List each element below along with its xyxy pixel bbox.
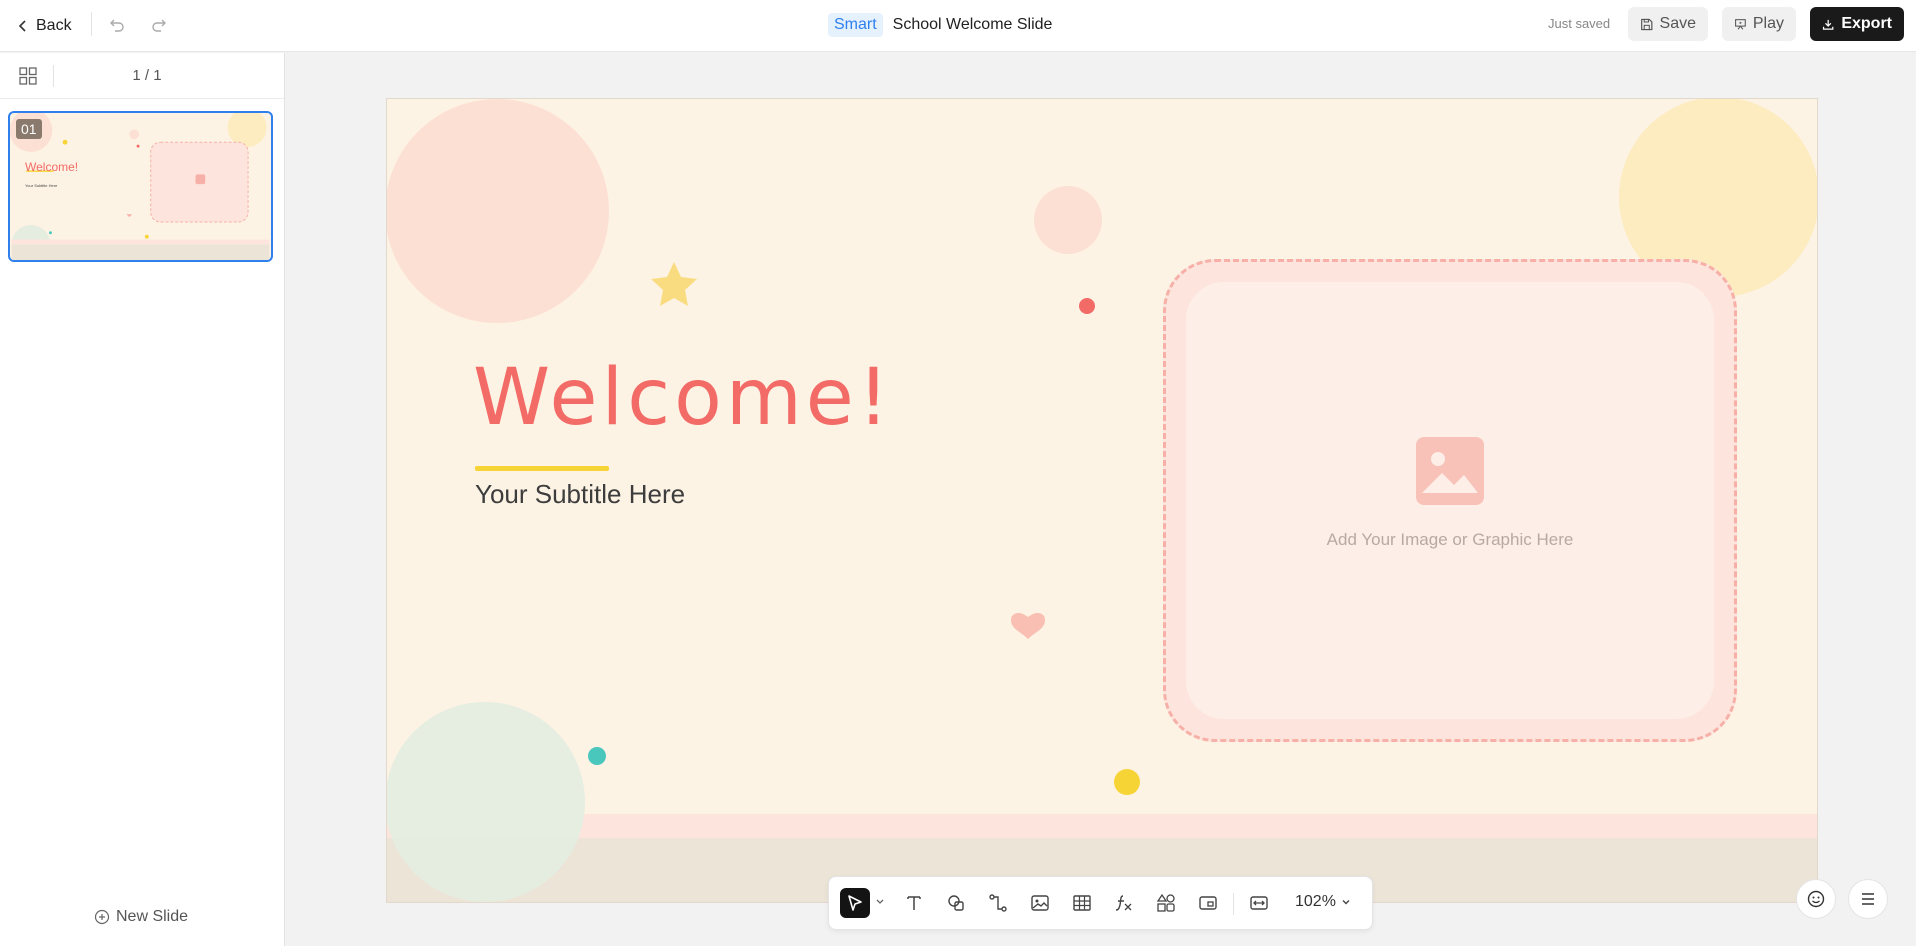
document-title-area: Smart School Welcome Slide bbox=[828, 11, 1052, 39]
thumbnail-subtitle: Your Subtitle Here bbox=[25, 183, 58, 188]
export-label: Export bbox=[1841, 15, 1892, 32]
image-icon bbox=[1416, 437, 1484, 505]
embed-tool[interactable] bbox=[1193, 888, 1223, 918]
slides-panel: 1 / 1 01 Welcome! Your Subtitle Here New… bbox=[0, 53, 285, 946]
decor-dot-red bbox=[1079, 298, 1095, 314]
slide-subtitle[interactable]: Your Subtitle Here bbox=[475, 479, 685, 510]
play-button[interactable]: Play bbox=[1722, 7, 1796, 41]
heart-icon bbox=[1011, 613, 1045, 639]
divider bbox=[53, 65, 54, 87]
presentation-icon bbox=[1735, 18, 1746, 30]
image-icon bbox=[1031, 895, 1049, 911]
embed-icon bbox=[1199, 896, 1217, 910]
image-tool[interactable] bbox=[1025, 888, 1055, 918]
download-icon bbox=[1822, 19, 1834, 30]
decor-stripe bbox=[387, 814, 1817, 838]
chevron-down-icon bbox=[1342, 900, 1350, 905]
new-slide-button[interactable]: New Slide bbox=[94, 908, 188, 926]
image-placeholder[interactable]: Add Your Image or Graphic Here bbox=[1163, 259, 1737, 742]
decor-circle-pink bbox=[387, 99, 609, 323]
undo-icon bbox=[110, 19, 124, 32]
back-label: Back bbox=[36, 17, 72, 34]
title-underline bbox=[475, 466, 609, 471]
decor-circle-green bbox=[387, 702, 585, 902]
save-icon bbox=[1641, 18, 1653, 30]
divider bbox=[1233, 893, 1234, 915]
decor-dot-yellow bbox=[1114, 769, 1140, 795]
divider bbox=[91, 12, 92, 36]
new-slide-label: New Slide bbox=[116, 908, 189, 925]
editing-toolbar: 102% bbox=[828, 876, 1373, 930]
decor-circle-small bbox=[1034, 186, 1102, 254]
redo-icon bbox=[152, 19, 166, 32]
back-button[interactable]: Back bbox=[16, 12, 72, 40]
image-placeholder-caption: Add Your Image or Graphic Here bbox=[1326, 530, 1574, 549]
hamburger-icon bbox=[1862, 893, 1874, 905]
fit-icon bbox=[1250, 896, 1268, 910]
save-status: Just saved bbox=[1548, 16, 1611, 31]
fit-to-screen-tool[interactable] bbox=[1244, 888, 1274, 918]
shapes-tool[interactable] bbox=[941, 888, 971, 918]
elements-icon bbox=[1156, 893, 1175, 912]
text-icon bbox=[907, 896, 921, 910]
page-indicator: 1 / 1 bbox=[132, 67, 162, 84]
formula-icon bbox=[1115, 895, 1132, 911]
elements-tool[interactable] bbox=[1151, 888, 1181, 918]
star-icon bbox=[651, 262, 697, 306]
formula-tool[interactable] bbox=[1109, 888, 1139, 918]
export-button[interactable]: Export bbox=[1810, 7, 1904, 41]
slide-number: 01 bbox=[16, 119, 42, 139]
save-button[interactable]: Save bbox=[1628, 7, 1708, 41]
feedback-button[interactable] bbox=[1796, 879, 1836, 919]
thumbnail-title: Welcome! bbox=[25, 160, 79, 174]
play-label: Play bbox=[1752, 15, 1784, 32]
slides-panel-header: 1 / 1 bbox=[0, 53, 284, 99]
table-tool[interactable] bbox=[1067, 888, 1097, 918]
top-bar: Back Smart School Welcome Slide Just sav… bbox=[0, 0, 1916, 52]
shapes-icon bbox=[948, 895, 964, 911]
plus-circle-icon bbox=[94, 909, 110, 925]
chevron-down-icon[interactable] bbox=[875, 897, 885, 907]
table-icon bbox=[1073, 895, 1091, 911]
redo-button[interactable] bbox=[146, 12, 172, 38]
zoom-level: 102% bbox=[1295, 893, 1336, 910]
text-tool[interactable] bbox=[899, 888, 929, 918]
cursor-arrow-icon bbox=[848, 895, 862, 911]
slide-title[interactable]: Welcome! bbox=[473, 353, 893, 443]
smart-badge: Smart bbox=[828, 13, 883, 37]
connector-tool[interactable] bbox=[983, 888, 1013, 918]
menu-button[interactable] bbox=[1848, 879, 1888, 919]
grid-view-icon[interactable] bbox=[18, 66, 38, 86]
slide-canvas[interactable]: Welcome! Your Subtitle Here Add Your Ima… bbox=[386, 98, 1818, 903]
connector-icon bbox=[989, 894, 1007, 912]
image-placeholder-inner: Add Your Image or Graphic Here bbox=[1186, 282, 1714, 719]
decor-dot-teal bbox=[588, 747, 606, 765]
zoom-control[interactable]: 102% bbox=[1295, 893, 1352, 911]
select-tool[interactable] bbox=[840, 888, 870, 918]
document-title[interactable]: School Welcome Slide bbox=[893, 16, 1053, 34]
undo-button[interactable] bbox=[104, 12, 130, 38]
slide-thumbnail[interactable]: 01 Welcome! Your Subtitle Here bbox=[8, 111, 273, 262]
chevron-left-icon bbox=[18, 20, 26, 32]
save-label: Save bbox=[1659, 15, 1696, 32]
smiley-icon bbox=[1807, 890, 1825, 908]
